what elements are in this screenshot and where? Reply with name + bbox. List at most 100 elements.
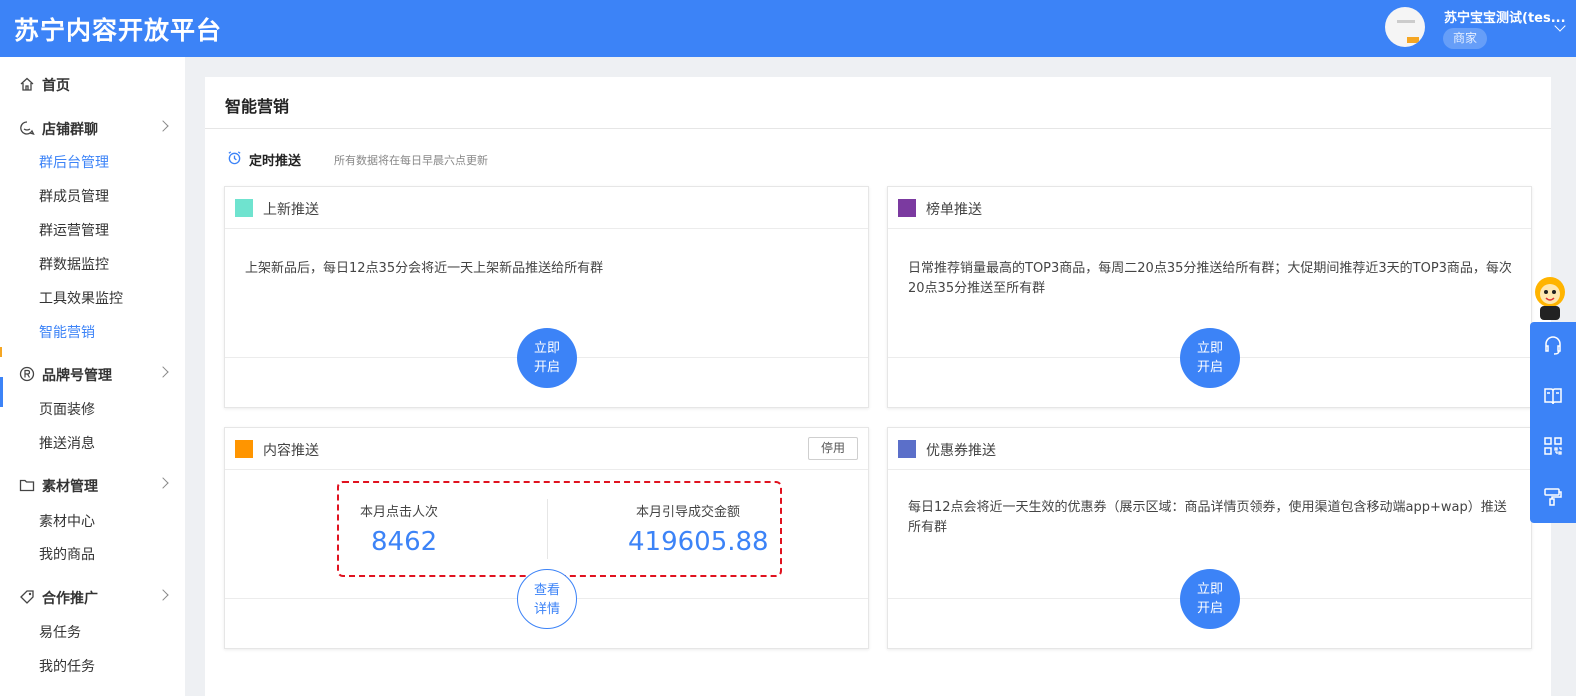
sidebar-item-tool-effect[interactable]: 工具效果监控 [0, 282, 185, 312]
card-title: 榜单推送 [926, 202, 982, 218]
sidebar-item-group-operations[interactable]: 群运营管理 [0, 214, 185, 244]
top-header: 苏宁内容开放平台 苏宁宝宝测试(tes... 商家 [0, 0, 1576, 57]
card-header: 内容推送 停用 [225, 428, 868, 470]
sidebar-accent [0, 347, 2, 357]
sidebar-group-label: 素材管理 [42, 479, 98, 495]
sidebar-group-store-chat[interactable]: 店铺群聊 [0, 113, 185, 143]
view-details-button[interactable]: 查看 详情 [517, 569, 577, 629]
sidebar-item-label: 工具效果监控 [39, 291, 123, 307]
chat-icon [20, 121, 35, 136]
sidebar-group-label: 品牌号管理 [42, 368, 112, 384]
card-title: 上新推送 [263, 202, 319, 218]
sidebar: 首页 店铺群聊 群后台管理 群成员管理 群运营管理 群数据监控 工具效果监控 智… [0, 57, 185, 696]
card-rank-push: 榜单推送 日常推荐销量最高的TOP3商品，每周二20点35分推送给所有群；大促期… [887, 186, 1532, 408]
sidebar-item-label: 页面装修 [39, 402, 95, 418]
card-coupon-push: 优惠券推送 每日12点会将近一天生效的优惠券（展示区域：商品详情页领券，使用渠道… [887, 427, 1532, 649]
clicks-label: 本月点击人次 [360, 505, 439, 520]
revenue-label: 本月引导成交金额 [636, 505, 741, 520]
enable-now-button[interactable]: 立即 开启 [517, 328, 577, 388]
sidebar-item-push-message[interactable]: 推送消息 [0, 427, 185, 457]
tag-icon [20, 590, 34, 604]
sidebar-item-my-tasks[interactable]: 我的任务 [0, 650, 185, 680]
book-icon [1544, 388, 1562, 405]
sidebar-group-label: 店铺群聊 [42, 122, 98, 138]
sidebar-item-label: 群后台管理 [39, 155, 109, 171]
sidebar-group-brand[interactable]: 品牌号管理 [0, 359, 185, 389]
floating-toolbar [1530, 322, 1576, 523]
divider [547, 499, 548, 559]
sidebar-item-page-decoration[interactable]: 页面装修 [0, 393, 185, 423]
customer-service-button[interactable] [1530, 322, 1576, 372]
card-description: 上架新品后，每日12点35分会将近一天上架新品推送给所有群 [245, 261, 604, 276]
customer-service-icon [1545, 336, 1561, 355]
page-title: 智能营销 [225, 97, 290, 116]
enable-now-button[interactable]: 立即 开启 [1180, 569, 1240, 629]
sidebar-item-home[interactable]: 首页 [0, 69, 185, 99]
chevron-right-icon [157, 477, 169, 489]
color-swatch [898, 199, 916, 217]
sidebar-item-label: 群运营管理 [39, 223, 109, 239]
sidebar-group-cooperation[interactable]: 合作推广 [0, 582, 185, 612]
schedule-note: 所有数据将在每日早晨六点更新 [334, 154, 488, 167]
stats-highlight-box: 本月点击人次 8462 本月引导成交金额 419605.88 [337, 481, 782, 577]
button-label: 开启 [1196, 360, 1223, 375]
button-label: 开启 [533, 360, 560, 375]
registered-icon [19, 366, 35, 382]
enable-now-button[interactable]: 立即 开启 [1180, 328, 1240, 388]
chevron-right-icon [157, 366, 169, 378]
username[interactable]: 苏宁宝宝测试(tes... [1444, 7, 1566, 26]
sidebar-item-label: 群数据监控 [39, 257, 109, 273]
home-icon [20, 77, 34, 91]
sidebar-item-label: 我的任务 [39, 659, 95, 675]
main-panel: 智能营销 定时推送 所有数据将在每日早晨六点更新 上新推送 上架新品后，每日12… [205, 77, 1551, 696]
card-title: 内容推送 [263, 443, 319, 459]
button-label: 查看 [533, 583, 560, 598]
qrcode-icon [1544, 437, 1562, 455]
button-label: 立即 [533, 341, 560, 356]
disable-button[interactable]: 停用 [808, 437, 858, 460]
role-badge: 商家 [1443, 28, 1487, 49]
qrcode-button[interactable] [1530, 422, 1576, 472]
button-label: 详情 [533, 602, 560, 617]
sidebar-item-label: 首页 [42, 78, 70, 94]
folder-icon [19, 479, 35, 492]
card-header: 优惠券推送 [888, 428, 1531, 470]
sidebar-item-label: 群成员管理 [39, 189, 109, 205]
card-description: 每日12点会将近一天生效的优惠券（展示区域：商品详情页领券，使用渠道包含移动端a… [908, 500, 1507, 535]
sidebar-group-label: 合作推广 [42, 591, 98, 607]
card-header: 榜单推送 [888, 187, 1531, 229]
button-label: 立即 [1196, 582, 1223, 597]
sidebar-item-label: 推送消息 [39, 436, 95, 452]
button-label: 开启 [1196, 601, 1223, 616]
button-label: 立即 [1196, 341, 1223, 356]
sidebar-item-smart-marketing[interactable]: 智能营销 [0, 316, 185, 346]
color-swatch [898, 440, 916, 458]
card-header: 上新推送 [225, 187, 868, 229]
brush-tool-button[interactable] [1530, 472, 1576, 522]
color-swatch [235, 440, 253, 458]
guide-book-button[interactable] [1530, 372, 1576, 422]
card-title: 优惠券推送 [926, 443, 996, 459]
sidebar-item-label: 素材中心 [39, 514, 95, 530]
user-avatar[interactable] [1385, 7, 1425, 47]
card-new-push: 上新推送 上架新品后，每日12点35分会将近一天上架新品推送给所有群 立即 开启 [224, 186, 869, 408]
sidebar-item-label: 我的商品 [39, 547, 95, 563]
brush-icon [1544, 488, 1562, 506]
chevron-right-icon [157, 589, 169, 601]
sidebar-item-material-center[interactable]: 素材中心 [0, 505, 185, 535]
sidebar-item-group-members[interactable]: 群成员管理 [0, 180, 185, 210]
sidebar-item-easy-task[interactable]: 易任务 [0, 616, 185, 646]
sidebar-item-label: 智能营销 [39, 325, 95, 341]
mascot-icon[interactable] [1530, 272, 1568, 322]
card-content-push: 内容推送 停用 本月点击人次 8462 本月引导成交金额 419605.88 查… [224, 427, 869, 649]
platform-logo[interactable]: 苏宁内容开放平台 [14, 11, 222, 47]
chevron-right-icon [157, 120, 169, 132]
sidebar-item-label: 易任务 [39, 625, 81, 641]
color-swatch [235, 199, 253, 217]
schedule-title: 定时推送 [249, 154, 302, 169]
sidebar-item-group-data[interactable]: 群数据监控 [0, 248, 185, 278]
sidebar-group-materials[interactable]: 素材管理 [0, 470, 185, 500]
sidebar-item-my-products[interactable]: 我的商品 [0, 538, 185, 568]
sidebar-item-group-admin[interactable]: 群后台管理 [0, 146, 185, 176]
divider [205, 128, 1551, 129]
